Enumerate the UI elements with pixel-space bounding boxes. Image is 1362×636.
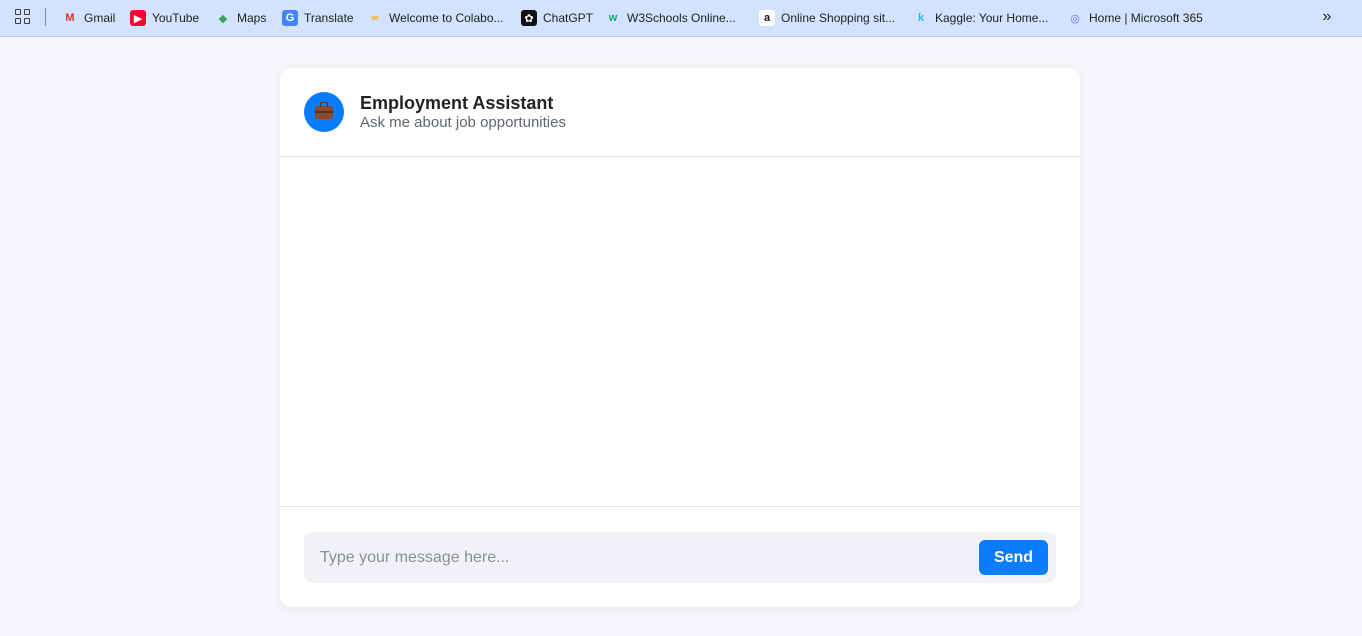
more-bookmarks-icon[interactable]: » (1318, 8, 1336, 26)
bookmark-label: W3Schools Online... (627, 11, 736, 25)
bookmark-label: Gmail (84, 11, 116, 25)
w3schools-icon: w (608, 12, 618, 24)
message-composer: Send (304, 532, 1056, 583)
chat-window: Employment Assistant Ask me about job op… (280, 68, 1080, 607)
youtube-icon: ▶ (130, 10, 146, 26)
bookmark-label: Home | Microsoft 365 (1089, 11, 1203, 25)
kaggle-icon: k (917, 12, 925, 24)
bookmark-label: Translate (304, 11, 354, 25)
chatgpt-icon: ✿ (521, 10, 537, 26)
chat-header: Employment Assistant Ask me about job op… (280, 68, 1080, 157)
chat-subtitle: Ask me about job opportunities (360, 114, 566, 131)
bookmark-maps[interactable]: ◆ Maps (215, 0, 267, 36)
message-input[interactable] (304, 532, 974, 583)
bookmark-label: YouTube (152, 11, 200, 25)
bookmark-label: Kaggle: Your Home... (935, 11, 1049, 25)
apps-grid-icon[interactable] (15, 9, 31, 25)
bookmark-label: Welcome to Colabo... (389, 11, 504, 25)
translate-icon: G (282, 10, 298, 26)
bookmark-microsoft365[interactable]: ◎ Home | Microsoft 365 (1067, 0, 1203, 36)
microsoft365-icon: ◎ (1070, 12, 1080, 25)
bookmarks-separator (45, 8, 46, 26)
bookmark-youtube[interactable]: ▶ YouTube (130, 0, 199, 36)
bookmark-label: Online Shopping sit... (781, 11, 896, 25)
send-button[interactable]: Send (979, 540, 1048, 575)
bookmark-colab[interactable]: ∞ Welcome to Colabo... (367, 0, 504, 36)
bookmark-w3schools[interactable]: w W3Schools Online... (605, 0, 736, 36)
avatar (304, 92, 344, 132)
colab-icon: ∞ (371, 12, 379, 24)
bookmark-label: ChatGPT (543, 11, 594, 25)
bookmarks-bar: M Gmail ▶ YouTube ◆ Maps G Translate ∞ Welcome to… (0, 0, 1362, 37)
message-list[interactable] (280, 157, 1080, 507)
bookmark-kaggle[interactable]: k Kaggle: Your Home... (913, 0, 1048, 36)
chat-title: Employment Assistant (360, 93, 554, 113)
bookmark-translate[interactable]: G Translate (282, 0, 354, 36)
amazon-icon: a (759, 10, 775, 26)
bookmark-amazon[interactable]: a Online Shopping sit... (759, 0, 895, 36)
bookmark-label: Maps (237, 11, 267, 25)
briefcase-icon (315, 101, 333, 119)
bookmark-chatgpt[interactable]: ✿ ChatGPT (521, 0, 593, 36)
bookmark-gmail[interactable]: M Gmail (62, 0, 115, 36)
gmail-icon: M (65, 12, 75, 24)
maps-icon: ◆ (218, 12, 228, 25)
